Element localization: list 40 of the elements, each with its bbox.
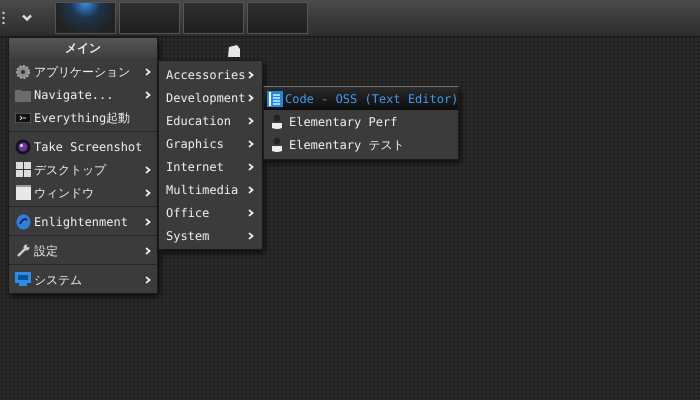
drag-handle-icon[interactable] [2,11,5,25]
app-icon [271,136,283,152]
chevron-down-icon[interactable] [22,14,32,22]
menu-item[interactable]: Education [159,109,262,132]
desktop-pager-cell[interactable] [55,2,116,34]
menu-item[interactable]: デスクトップ [9,158,157,181]
app-icon [271,114,283,130]
wrench-icon [16,243,30,258]
menu-item[interactable]: Enlightenment [9,210,157,233]
camera-lens-icon [15,138,31,154]
document-lines-icon [267,90,283,106]
desktop-pager-cell[interactable] [247,2,308,34]
menu-item[interactable]: Elementary テスト [264,133,458,156]
grid-icon [16,162,30,177]
menu-item[interactable]: System [159,224,262,247]
terminal-icon [15,112,31,122]
menu-item[interactable]: システム [9,268,157,291]
menu-item[interactable]: Office [159,201,262,224]
menu-item[interactable]: Accessories [159,63,262,86]
folder-icon [15,88,31,102]
menu-item[interactable]: Development [159,86,262,109]
menu-item[interactable]: Everything起動 [9,106,157,129]
menu-item[interactable]: Graphics [159,132,262,155]
desktop-icon[interactable] [227,45,241,57]
menu-item[interactable]: Take Screenshot [9,135,157,158]
menu-item[interactable]: アプリケーション [9,60,157,83]
menu-item[interactable]: Internet [159,155,262,178]
menu-title: メイン [9,38,157,58]
menu-item[interactable]: Navigate... [9,83,157,106]
menu-item[interactable]: Elementary Perf [264,110,458,133]
menu-item[interactable]: 設定 [9,239,157,262]
menu-item[interactable]: ウィンドウ [9,181,157,204]
window-icon [16,185,30,200]
gear-icon [15,64,31,80]
enlightenment-logo-icon [16,214,30,230]
monitor-icon [15,272,31,287]
desktop-pager-cell[interactable] [119,2,180,34]
menu-item[interactable]: Multimedia [159,178,262,201]
menu-item[interactable]: Code - OSS (Text Editor) [264,87,458,110]
desktop-pager-cell[interactable] [183,2,244,34]
